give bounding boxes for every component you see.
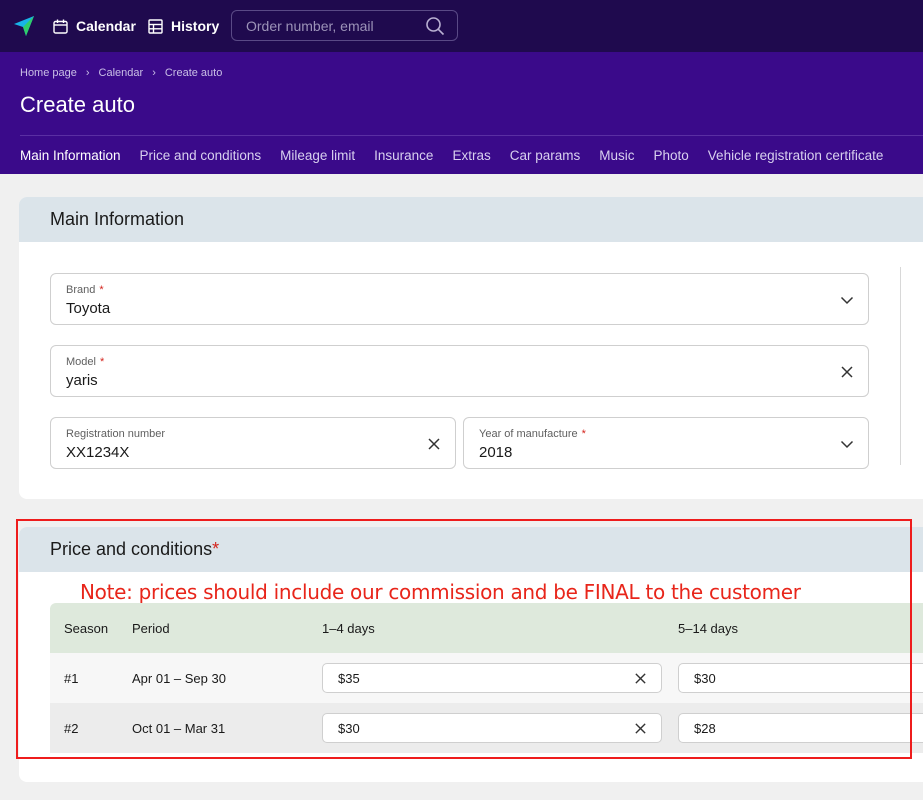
clear-icon[interactable]	[427, 437, 441, 451]
tab-insurance[interactable]: Insurance	[374, 148, 433, 163]
price-value: $35	[338, 671, 360, 686]
price-and-conditions-title: Price and conditions	[50, 539, 213, 559]
brand-label: Brand	[66, 284, 96, 296]
main-information-title: Main Information	[19, 197, 923, 242]
tab-photo[interactable]: Photo	[654, 148, 689, 163]
period-cell: Apr 01 – Sep 30	[132, 670, 226, 686]
season-cell: #2	[64, 720, 79, 736]
clear-icon[interactable]	[634, 722, 647, 735]
column-header-1-4-days: 1–4 days	[322, 620, 375, 636]
breadcrumb-chevron-icon: ›	[152, 67, 156, 79]
search-box	[231, 10, 458, 41]
column-header-season: Season	[64, 620, 109, 636]
nav-history-label: History	[171, 18, 220, 34]
breadcrumb-home[interactable]: Home page	[20, 67, 77, 79]
price-value: $30	[338, 721, 360, 736]
page-header: Home page › Calendar › Create auto Creat…	[0, 52, 923, 174]
clear-icon[interactable]	[840, 365, 854, 379]
price-input-1-4-days[interactable]: $30	[322, 713, 662, 743]
brand-value: Toyota	[66, 300, 111, 317]
page-title: Create auto	[20, 92, 135, 117]
table-row: #1 Apr 01 – Sep 30 $35 $30	[50, 653, 923, 703]
breadcrumb-chevron-icon: ›	[85, 67, 90, 79]
table-icon	[148, 18, 163, 34]
price-table-header: Season Period 1–4 days 5–14 days	[50, 603, 923, 653]
year-label: Year of manufacture	[479, 428, 578, 440]
year-value: 2018	[479, 444, 513, 461]
required-marker: *	[581, 428, 586, 440]
registration-label-wrap: Registration number	[66, 428, 165, 440]
price-input-1-4-days[interactable]: $35	[322, 663, 662, 693]
nav-calendar-link[interactable]: Calendar	[53, 0, 136, 52]
section-tabs: Main Information Price and conditions Mi…	[20, 148, 902, 163]
price-value: $30	[694, 671, 716, 686]
search-input[interactable]	[246, 17, 416, 35]
tab-price-and-conditions[interactable]: Price and conditions	[140, 148, 262, 163]
search-icon[interactable]	[425, 16, 445, 36]
calendar-icon	[53, 19, 68, 34]
model-value: yaris	[66, 372, 98, 389]
tab-music[interactable]: Music	[599, 148, 634, 163]
model-field[interactable]: Model * yaris	[50, 345, 869, 397]
price-input-5-14-days[interactable]: $30	[678, 663, 923, 693]
breadcrumb-current: Create auto	[164, 67, 223, 79]
app-logo-icon[interactable]	[11, 13, 37, 39]
tab-extras[interactable]: Extras	[452, 148, 490, 163]
nav-history-link[interactable]: History	[148, 0, 219, 52]
season-cell: #1	[64, 670, 79, 686]
tab-mileage-limit[interactable]: Mileage limit	[280, 148, 355, 163]
brand-label-wrap: Brand *	[66, 284, 104, 296]
tab-main-information[interactable]: Main Information	[20, 148, 121, 163]
registration-number-field[interactable]: Registration number XX1234X	[50, 417, 456, 469]
column-header-5-14-days: 5–14 days	[678, 620, 738, 636]
year-label-wrap: Year of manufacture *	[479, 428, 586, 440]
price-and-conditions-header: Price and conditions *	[19, 527, 923, 572]
required-marker: *	[99, 356, 105, 368]
registration-label: Registration number	[66, 428, 166, 440]
model-label-wrap: Model *	[66, 356, 104, 368]
nav-calendar-label: Calendar	[76, 18, 136, 34]
chevron-down-icon[interactable]	[840, 293, 854, 307]
top-navigation-bar: Calendar History	[0, 0, 923, 52]
required-marker: *	[212, 539, 220, 559]
period-cell: Oct 01 – Mar 31	[132, 720, 226, 736]
breadcrumb: Home page › Calendar › Create auto	[20, 67, 222, 79]
required-marker: *	[99, 284, 104, 296]
model-label: Model	[66, 356, 96, 368]
clear-icon[interactable]	[634, 672, 647, 685]
main-information-section: Main Information Brand * Toyota Model * ya…	[19, 197, 923, 499]
price-input-5-14-days[interactable]: $28	[678, 713, 923, 743]
annotation-note: Note: prices should include our commissi…	[80, 580, 801, 604]
price-value: $28	[694, 721, 716, 736]
breadcrumb-calendar[interactable]: Calendar	[99, 67, 144, 79]
year-of-manufacture-select[interactable]: Year of manufacture * 2018	[463, 417, 869, 469]
column-header-period: Period	[132, 620, 170, 636]
brand-select[interactable]: Brand * Toyota	[50, 273, 869, 325]
table-row: #2 Oct 01 – Mar 31 $30 $28	[50, 703, 923, 753]
header-divider	[20, 135, 923, 136]
tab-car-params[interactable]: Car params	[510, 148, 581, 163]
chevron-down-icon[interactable]	[840, 437, 854, 451]
tab-vehicle-registration-certificate[interactable]: Vehicle registration certificate	[708, 148, 884, 163]
registration-value: XX1234X	[66, 444, 130, 461]
scroll-divider	[900, 267, 901, 465]
